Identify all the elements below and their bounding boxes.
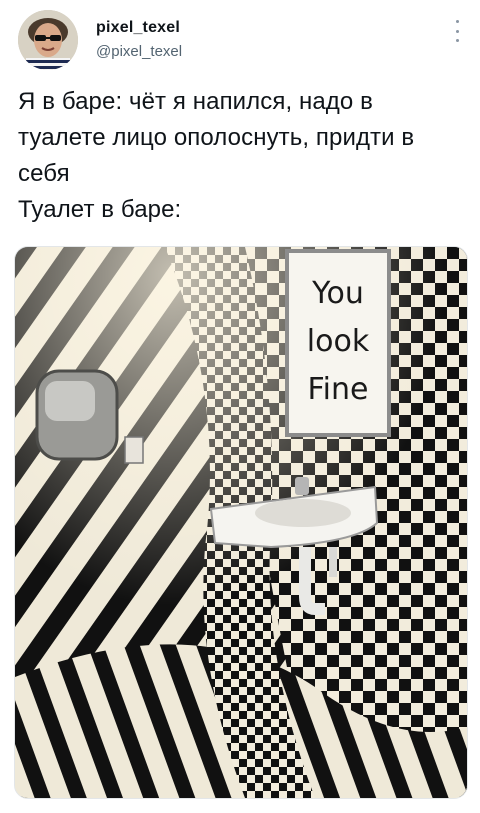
mirror-text-line: Fine [308,372,369,407]
user-avatar[interactable] [18,10,78,70]
tweet-line: Я в баре: чёт я напился, надо в [18,88,373,115]
more-vertical-icon[interactable] [452,20,462,42]
author-handle[interactable]: @pixel_texel [96,42,182,62]
tweet-photo[interactable]: You look Fine [14,246,468,799]
mirror-text-line: look [307,324,370,359]
tweet-line: себя [18,160,70,187]
author-display-name[interactable]: pixel_texel [96,18,182,38]
mirror-text-line: You [311,276,364,311]
tweet-header: pixel_texel @pixel_texel [18,10,468,78]
photo-icon: You look Fine [15,247,467,798]
tweet-text: Я в баре: чёт я напился, надо в туалете … [18,84,468,228]
user-avatar-icon [18,10,78,70]
tweet-line: туалете лицо ополоснуть, придти в [18,124,415,151]
tweet-line: Туалет в баре: [18,196,182,223]
